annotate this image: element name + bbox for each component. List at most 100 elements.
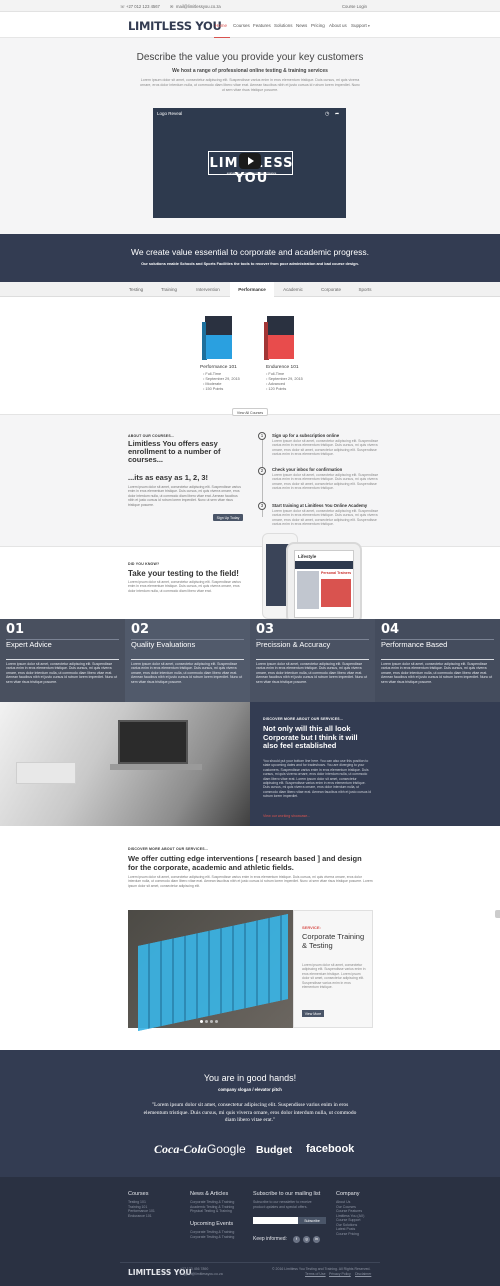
- feature-title: Precission & Accuracy: [256, 640, 331, 649]
- linkedin-icon[interactable]: in: [313, 1236, 320, 1243]
- course-title[interactable]: Performance 101: [200, 365, 237, 370]
- tab-academic[interactable]: Academic: [274, 282, 312, 297]
- course-details: Full-Time September 29, 2015 Moderate 15…: [203, 372, 240, 392]
- footer-email[interactable]: support@limitlessyou.co.za: [180, 1272, 223, 1277]
- tab-performance[interactable]: Performance: [230, 282, 274, 297]
- clock-icon[interactable]: ◷: [325, 111, 329, 117]
- feature-divider: [6, 659, 119, 660]
- footer-heading: Upcoming Events: [190, 1221, 234, 1227]
- course-box-performance[interactable]: [200, 316, 236, 360]
- tab-corporate[interactable]: Corporate: [312, 282, 350, 297]
- tab-sports[interactable]: Sports: [350, 282, 380, 297]
- feature-divider: [131, 659, 244, 660]
- top-bar: ☏ +27 012 123 4567 ✉ mail@limitlessyou.c…: [0, 0, 500, 12]
- discover-link[interactable]: View our working showcase...: [263, 814, 310, 818]
- carousel-dot[interactable]: [210, 1020, 213, 1023]
- footer-link[interactable]: Endurance 101: [128, 1214, 152, 1219]
- carousel-dot[interactable]: [200, 1020, 203, 1023]
- value-band: We create value essential to corporate a…: [0, 234, 500, 282]
- step-body: Lorem ipsum dolor sit amet, consectetur …: [272, 473, 379, 491]
- privacy-link[interactable]: Privacy Policy: [329, 1272, 351, 1277]
- service-label: SERVICE:: [302, 925, 321, 930]
- view-more-button[interactable]: View More: [302, 1010, 324, 1017]
- feature-card: 04 Performance Based Lorem ipsum dolor s…: [375, 619, 500, 702]
- nav-solutions[interactable]: Solutions: [274, 23, 293, 28]
- service-title: Corporate Training & Testing: [302, 932, 365, 950]
- course-title[interactable]: Endurence 101: [266, 365, 299, 370]
- nav-about[interactable]: About us: [329, 23, 347, 28]
- step-title: Sign up for a subscription online: [272, 433, 340, 438]
- step-body: Lorem ipsum dolor sit amet, consectetur …: [272, 439, 379, 457]
- course-points: 150 Points: [203, 387, 240, 392]
- view-all-courses-button[interactable]: View All Courses: [232, 408, 268, 416]
- footer-heading: News & Articles: [190, 1191, 229, 1197]
- nav-courses[interactable]: Courses: [233, 23, 250, 28]
- nav-pricing[interactable]: Pricing: [311, 23, 325, 28]
- side-scroll-tab[interactable]: [495, 910, 500, 918]
- enroll-body: Lorem ipsum dolor sit amet, consectetur …: [128, 485, 241, 507]
- footer-divider: [120, 1262, 380, 1263]
- video-player[interactable]: Logo Reveal ◷ ➦ LIMITLESS YOU evaluation…: [153, 108, 346, 218]
- hero-title: Describe the value you provide your key …: [136, 52, 364, 63]
- course-tabs: Testing Training Intervention Performanc…: [0, 282, 500, 297]
- value-band-title: We create value essential to corporate a…: [131, 247, 369, 257]
- carousel-dot[interactable]: [205, 1020, 208, 1023]
- nav-support[interactable]: Support: [351, 23, 367, 28]
- tab-training[interactable]: Training: [152, 282, 186, 297]
- footer-link[interactable]: Corporate Testing & Training: [190, 1235, 234, 1240]
- share-icon[interactable]: ➦: [335, 111, 339, 117]
- keyboard-photo: [128, 910, 293, 1031]
- interventions-body: Lorem ipsum dolor sit amet, consectetur …: [128, 875, 373, 888]
- disclaimer-link[interactable]: Disclaimer: [355, 1272, 371, 1277]
- feature-card: 03 Precission & Accuracy Lorem ipsum dol…: [250, 619, 375, 702]
- phone-app-navbar: [295, 561, 353, 569]
- step-title: Check your inbox for confirmation: [272, 467, 343, 472]
- play-icon[interactable]: [239, 153, 261, 169]
- carousel-dot[interactable]: [215, 1020, 218, 1023]
- step-number: 3: [258, 502, 266, 510]
- page: ☏ +27 012 123 4567 ✉ mail@limitlessyou.c…: [0, 0, 500, 1286]
- google-plus-icon[interactable]: g: [303, 1236, 310, 1243]
- feature-number: 02: [131, 622, 150, 637]
- hero-subtitle: We host a range of professional online t…: [172, 68, 328, 74]
- terms-link[interactable]: Terms of Use: [305, 1272, 326, 1277]
- course-login-link[interactable]: Course Login: [342, 4, 367, 9]
- enroll-title: Limitless You offers easy enrollment to …: [128, 439, 221, 464]
- service-card: SERVICE: Corporate Training & Testing Lo…: [293, 910, 373, 1028]
- chevron-down-icon: ▾: [368, 24, 370, 28]
- testing-title: Take your testing to the field!: [128, 569, 239, 578]
- subscribe-button[interactable]: Subscribe: [298, 1217, 326, 1224]
- feature-number: 03: [256, 622, 275, 637]
- topbar-email[interactable]: mail@limitlessyou.co.za: [176, 4, 221, 9]
- keep-informed-label: Keep informed:: [253, 1236, 287, 1242]
- nav-features[interactable]: Features: [253, 23, 271, 28]
- testimonial-section: You are in good hands! company slogan / …: [0, 1050, 500, 1177]
- step-title: Start training at Limitless You Online A…: [272, 503, 368, 508]
- logo-budget: Budget: [256, 1144, 293, 1156]
- copyright: © 2016 Limitless You Testing and Trainin…: [272, 1267, 371, 1271]
- footer-link[interactable]: Physical Testing & Training: [190, 1209, 232, 1214]
- nav-home[interactable]: Home: [215, 23, 227, 28]
- site-logo[interactable]: LIMITLESS YOU: [128, 19, 222, 33]
- hands-subtitle: company slogan / elevator pitch: [218, 1087, 282, 1092]
- enroll-label: ABOUT OUR COURSES...: [128, 434, 175, 438]
- facebook-icon[interactable]: f: [293, 1236, 300, 1243]
- tab-testing[interactable]: Testing: [118, 282, 154, 297]
- logo-coca-cola: Coca-Cola: [154, 1142, 207, 1156]
- hero-body: Lorem ipsum dolor sit amet, consectetur …: [140, 78, 360, 92]
- tab-intervention[interactable]: Intervention: [186, 282, 230, 297]
- email-input[interactable]: [253, 1217, 298, 1224]
- phone-icon: ☏: [120, 3, 126, 9]
- sign-up-button[interactable]: Sign Up Today: [213, 514, 243, 521]
- logo-google: Google: [207, 1142, 246, 1156]
- main-navbar: LIMITLESS YOU Home Courses Features Solu…: [0, 12, 500, 39]
- footer-link[interactable]: Course Pricing: [336, 1232, 359, 1237]
- feature-body: Lorem ipsum dolor sit amet, consectetur …: [256, 662, 368, 684]
- service-body: Lorem ipsum dolor sit amet, consectetur …: [302, 963, 366, 990]
- footer: [0, 1177, 500, 1286]
- feature-body: Lorem ipsum dolor sit amet, consectetur …: [131, 662, 243, 684]
- footer-heading: Courses: [128, 1191, 149, 1197]
- course-box-endurence[interactable]: [262, 316, 298, 360]
- phone-app-banner: [321, 579, 351, 607]
- nav-news[interactable]: News: [296, 23, 307, 28]
